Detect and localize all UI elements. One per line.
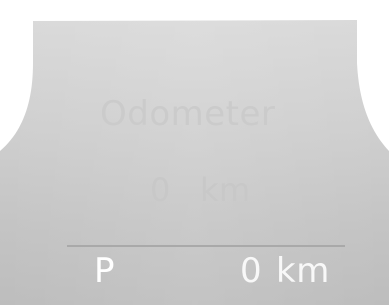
odometer-unit: km — [200, 171, 251, 209]
trip-value: 0 — [240, 251, 263, 291]
trip-unit: km — [276, 251, 330, 291]
odometer-value: 0 — [150, 171, 171, 209]
display-panel-shape — [0, 20, 389, 305]
display-panel — [0, 0, 389, 305]
divider-line — [67, 245, 345, 247]
odometer-display: Odometer 0 km P 0 km — [0, 0, 389, 305]
odometer-title: Odometer — [100, 94, 276, 134]
gear-indicator: P — [94, 251, 116, 291]
